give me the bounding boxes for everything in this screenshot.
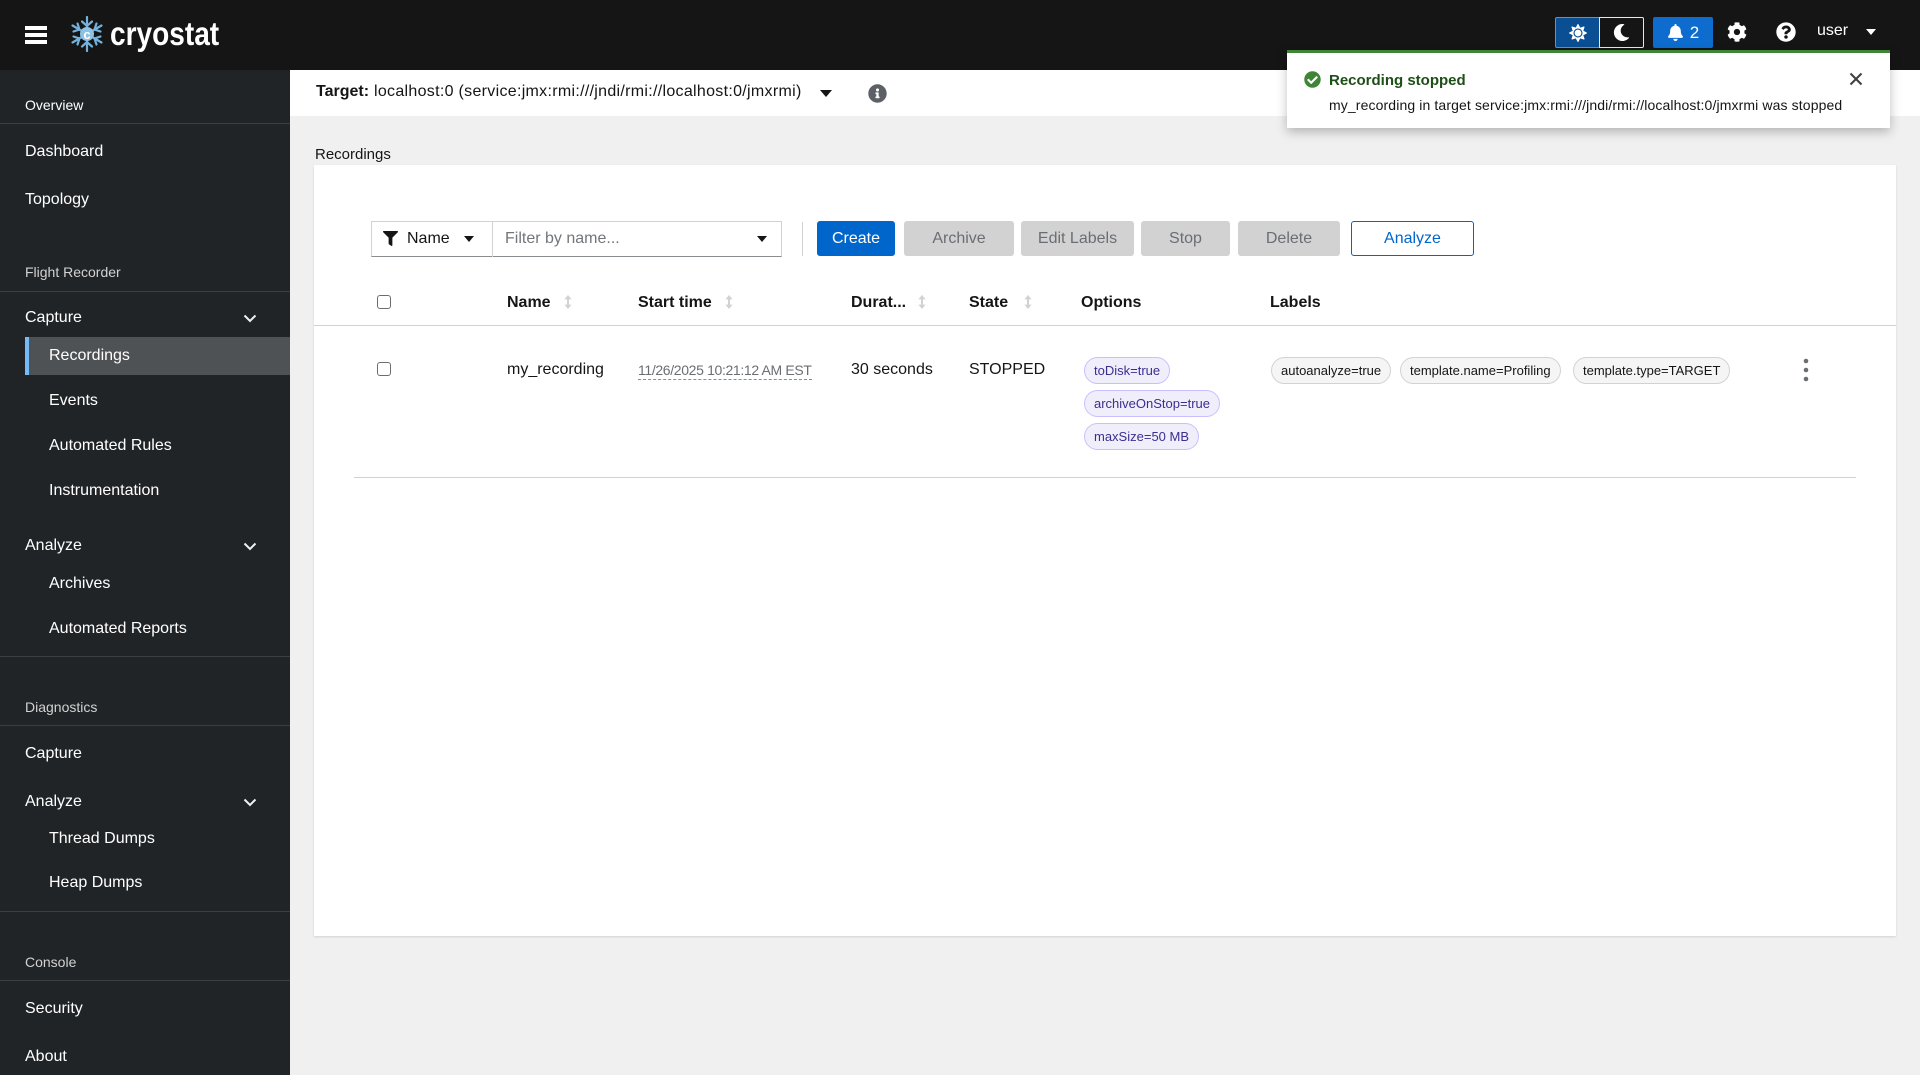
svg-text:c: c [83,27,90,42]
